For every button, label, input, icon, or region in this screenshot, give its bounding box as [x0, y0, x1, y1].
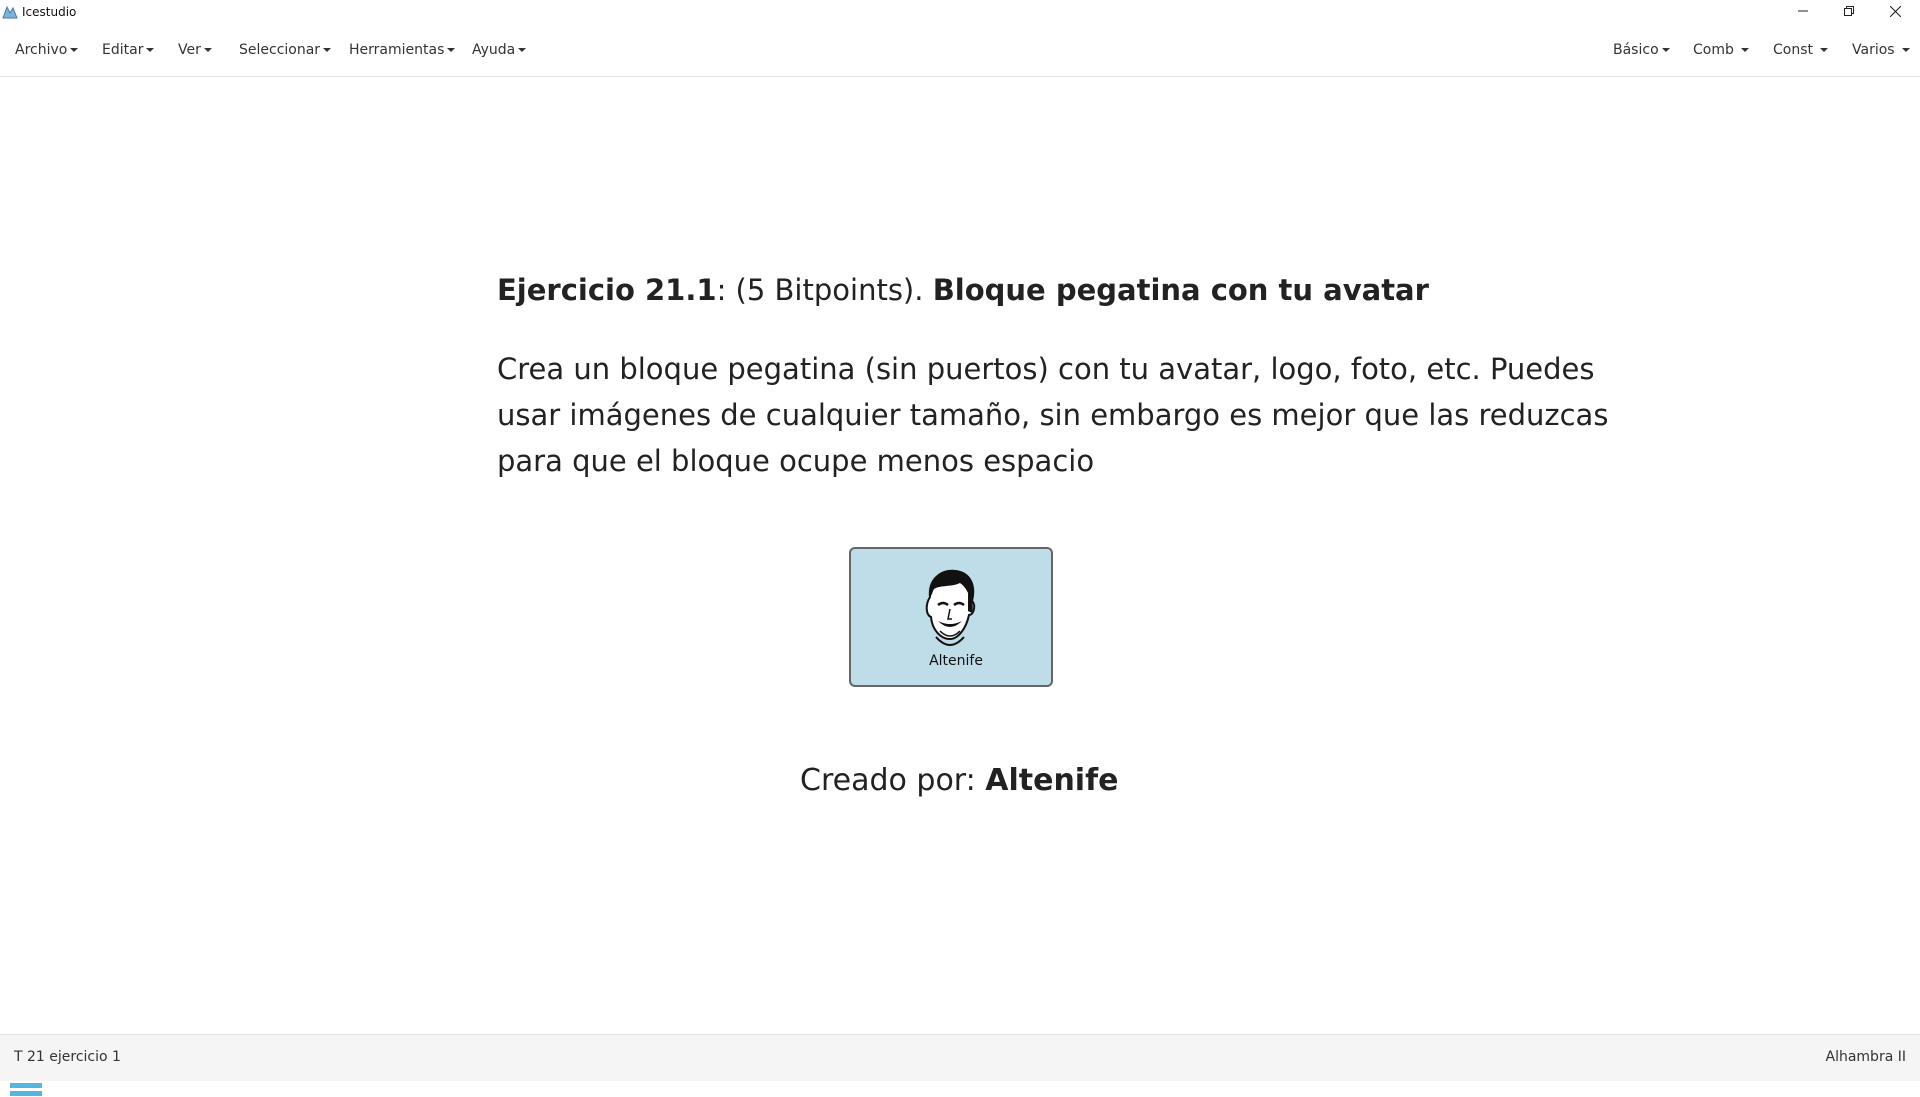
block-label: Altenife — [929, 653, 983, 669]
caret-down-icon — [323, 48, 332, 52]
caret-down-icon — [1740, 48, 1749, 52]
sticker-block[interactable]: Altenife — [849, 547, 1053, 687]
minimize-icon — [1798, 10, 1808, 12]
caret-down-icon — [1820, 48, 1828, 52]
menu-archivo[interactable]: Archivo — [15, 24, 79, 76]
restore-button[interactable] — [1826, 0, 1872, 22]
menu-label: Ayuda — [472, 42, 516, 58]
board-selector[interactable]: Alhambra II — [1826, 1049, 1907, 1065]
credit-author: Altenife — [985, 763, 1119, 798]
menu-label: Const — [1773, 42, 1813, 58]
menu-varios[interactable]: Varios — [1852, 24, 1910, 76]
description-line: usar imágenes de cualquier tamaño, sin e… — [497, 398, 1609, 432]
restore-icon — [1844, 6, 1854, 16]
menu-comb[interactable]: Comb — [1693, 24, 1749, 76]
menu-label: Editar — [102, 42, 144, 58]
caret-down-icon — [203, 48, 212, 52]
minimize-button[interactable] — [1780, 0, 1826, 22]
menu-editar[interactable]: Editar — [102, 24, 155, 76]
menu-label: Archivo — [15, 42, 68, 58]
caret-down-icon — [518, 48, 527, 52]
menu-bar: Archivo Editar Ver Seleccionar Herramien… — [0, 24, 1920, 77]
menu-label: Ver — [178, 42, 201, 58]
close-button[interactable] — [1872, 0, 1918, 22]
close-icon — [1889, 5, 1901, 17]
menu-basico[interactable]: Básico — [1613, 24, 1670, 76]
design-canvas[interactable]: Ejercicio 21.1: (5 Bitpoints). Bloque pe… — [0, 77, 1920, 1096]
menu-label: Básico — [1613, 42, 1659, 58]
description-line: Crea un bloque pegatina (sin puertos) co… — [497, 352, 1595, 386]
caret-down-icon — [1901, 48, 1910, 52]
exercise-title: Bloque pegatina con tu avatar — [932, 273, 1429, 307]
icestudio-logo-icon — [2, 5, 18, 19]
caret-down-icon — [447, 48, 456, 52]
project-name: T 21 ejercicio 1 — [14, 1049, 121, 1065]
caret-down-icon — [1661, 48, 1670, 52]
menu-label: Seleccionar — [239, 42, 321, 58]
menu-label: Varios — [1852, 42, 1895, 58]
description-line: para que el bloque ocupe menos espacio — [497, 444, 1095, 478]
exercise-points: : (5 Bitpoints). — [716, 273, 933, 307]
exercise-description: Crea un bloque pegatina (sin puertos) co… — [497, 346, 1609, 484]
avatar-face-icon — [925, 569, 976, 646]
status-bar: T 21 ejercicio 1 Alhambra II — [0, 1034, 1920, 1081]
menu-label: Comb — [1693, 42, 1734, 58]
exercise-heading: Ejercicio 21.1: (5 Bitpoints). Bloque pe… — [497, 273, 1429, 307]
window-title: Icestudio — [22, 5, 77, 19]
credit-line: Creado por: Altenife — [800, 763, 1118, 798]
menu-seleccionar[interactable]: Seleccionar — [239, 24, 332, 76]
title-bar: Icestudio — [0, 0, 1920, 24]
exercise-number: Ejercicio 21.1 — [497, 273, 717, 307]
credit-prefix: Creado por: — [800, 763, 986, 798]
menu-ver[interactable]: Ver — [178, 24, 212, 76]
menu-label: Herramientas — [349, 42, 445, 58]
caret-down-icon — [70, 48, 79, 52]
menu-ayuda[interactable]: Ayuda — [472, 24, 527, 76]
caret-down-icon — [146, 48, 155, 52]
menu-herramientas[interactable]: Herramientas — [349, 24, 456, 76]
menu-const[interactable]: Const — [1773, 24, 1828, 76]
